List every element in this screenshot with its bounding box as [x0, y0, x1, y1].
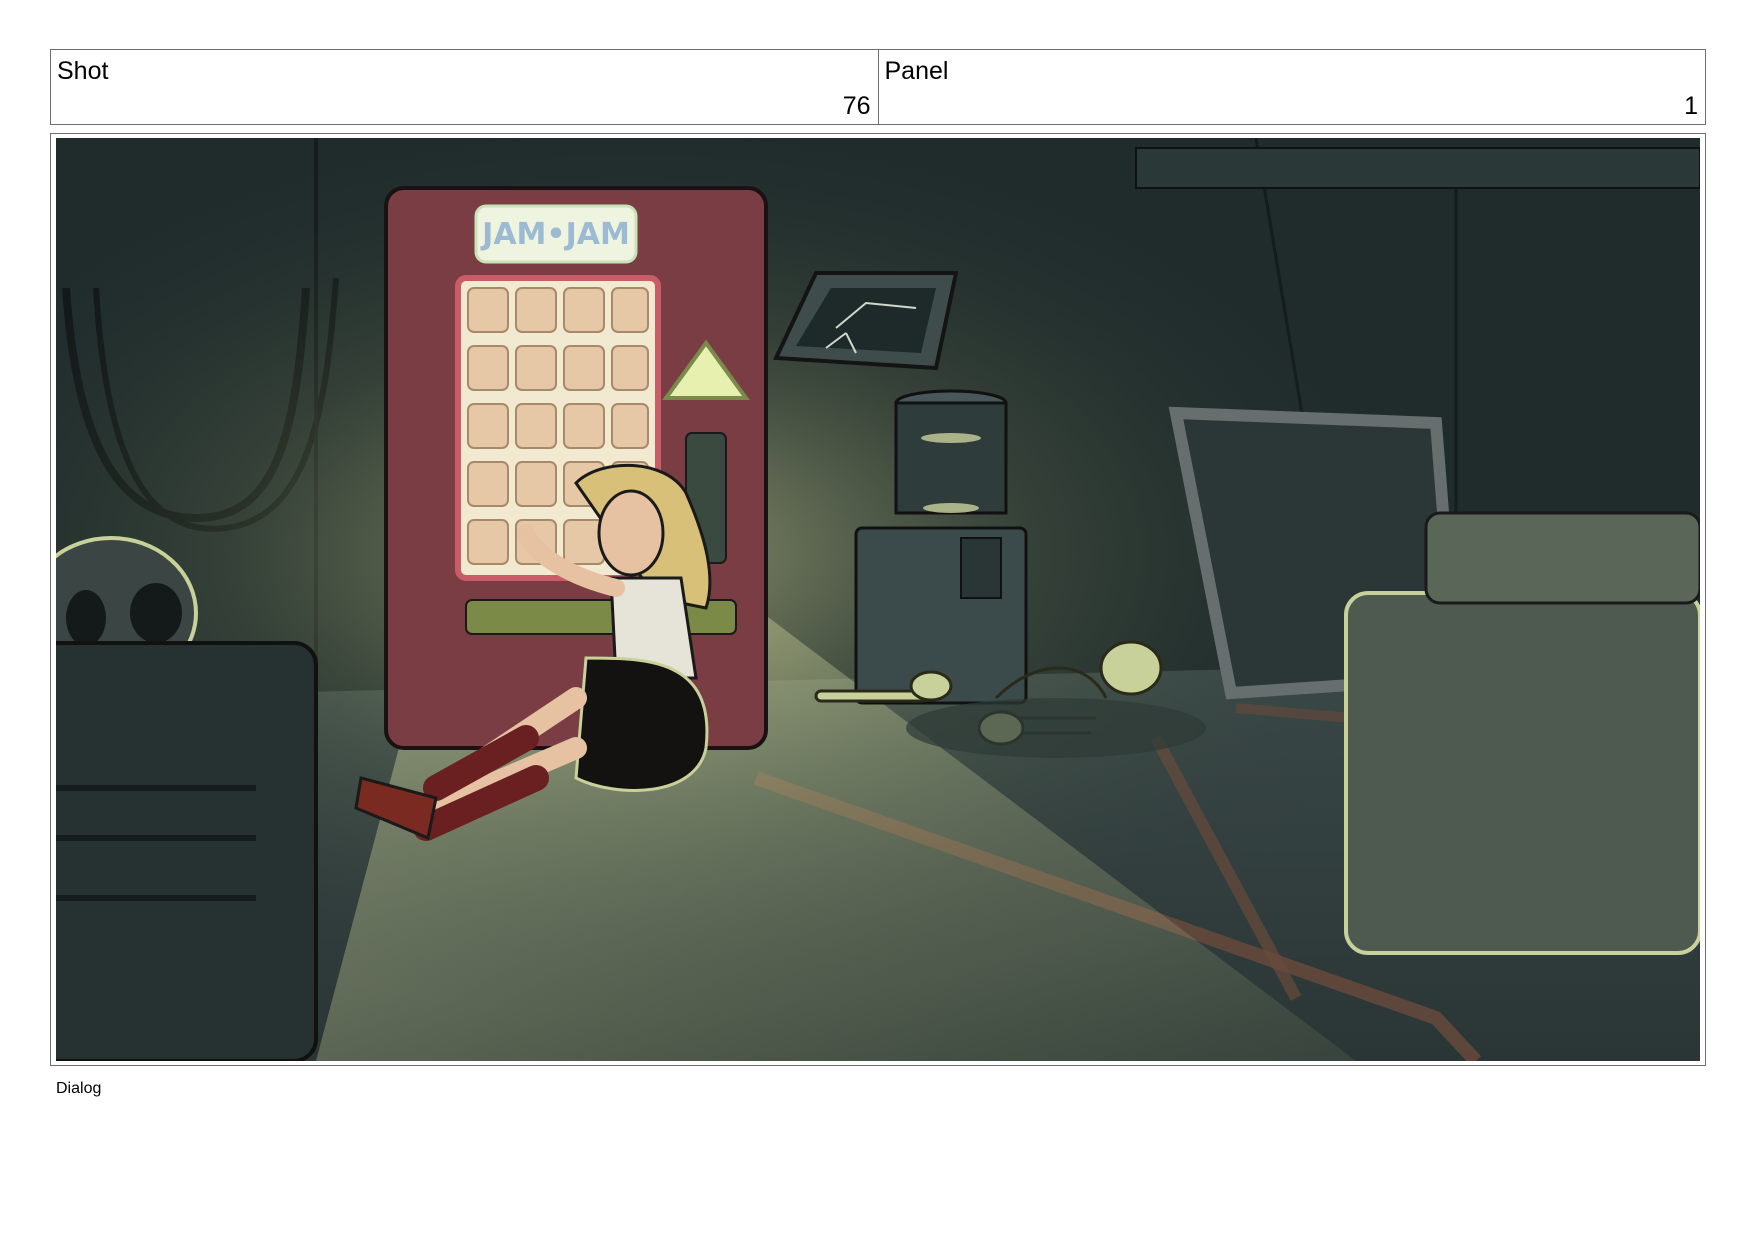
dust-pile — [906, 698, 1206, 758]
panel-cell: Panel 1 — [877, 50, 1706, 124]
left-crate — [56, 641, 318, 1061]
basement-scene: JAM•JAM — [56, 138, 1700, 1061]
storyboard-frame: JAM•JAM — [50, 133, 1706, 1066]
storyboard-illustration: JAM•JAM — [56, 138, 1700, 1061]
shot-cell: Shot 76 — [51, 50, 878, 124]
shot-panel-header: Shot 76 Panel 1 — [50, 49, 1706, 125]
vending-machine: JAM•JAM — [384, 186, 768, 750]
dialog-label: Dialog — [56, 1080, 102, 1097]
panel-label: Panel — [884, 57, 949, 85]
vending-sign-text: JAM•JAM — [480, 217, 630, 252]
panel-number: 1 — [1684, 92, 1698, 120]
girl-skirt — [574, 656, 709, 792]
girl-face — [597, 489, 665, 577]
shot-label: Shot — [57, 57, 109, 85]
shot-number: 76 — [842, 92, 871, 120]
